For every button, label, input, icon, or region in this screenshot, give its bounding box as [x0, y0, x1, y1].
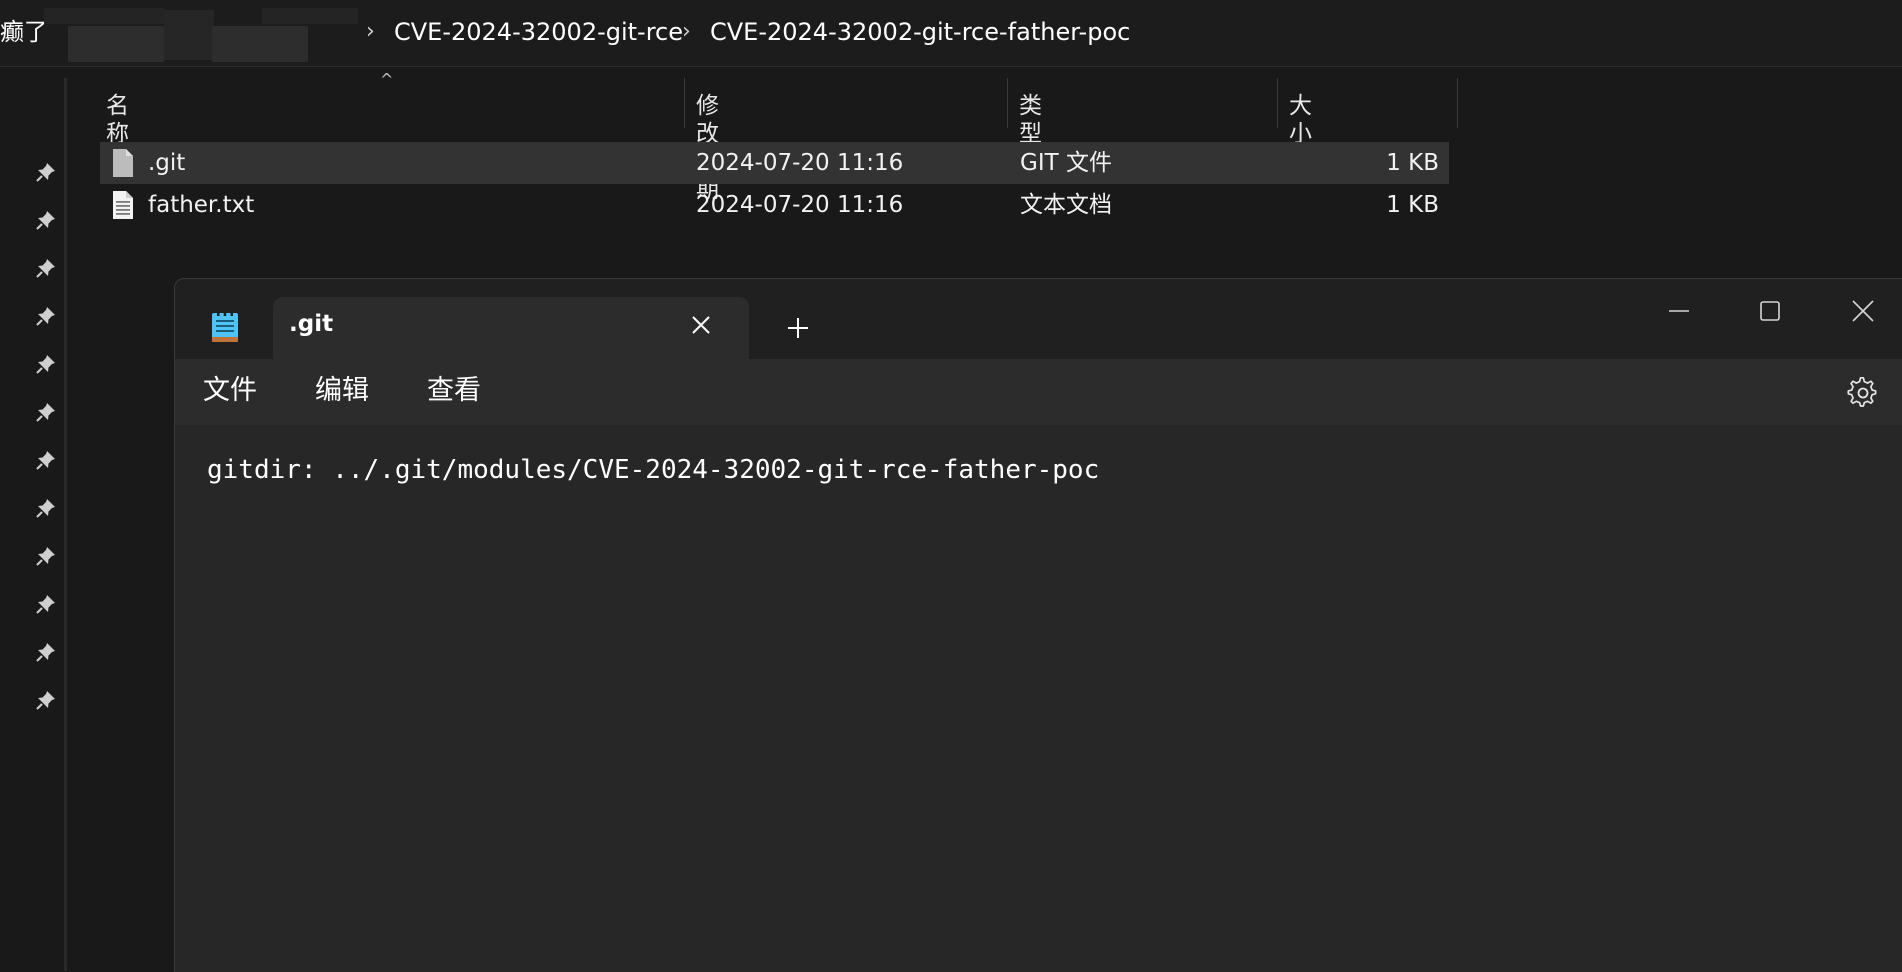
close-icon[interactable]	[1828, 289, 1898, 333]
menu-bar: 文件 编辑 查看	[175, 359, 1902, 425]
column-divider[interactable]	[1277, 78, 1278, 128]
column-header-name[interactable]: 名称	[106, 92, 129, 148]
pin-icon	[36, 306, 56, 326]
tab-title: .git	[289, 311, 334, 337]
text-editor[interactable]: gitdir: ../.git/modules/CVE-2024-32002-g…	[175, 425, 1902, 972]
file-name[interactable]: father.txt	[148, 184, 254, 226]
pin-icon	[36, 354, 56, 374]
redacted-breadcrumb-part	[164, 10, 214, 60]
redacted-breadcrumb-part	[212, 26, 308, 62]
menu-view[interactable]: 查看	[427, 371, 481, 411]
address-bar[interactable]: 癫了 › CVE-2024-32002-git-rce › CVE-2024-3…	[0, 0, 1902, 67]
redacted-breadcrumb-part	[262, 8, 358, 24]
maximize-icon[interactable]	[1735, 289, 1805, 333]
breadcrumb-partial-folder[interactable]: 癫了	[0, 17, 48, 47]
pin-icon	[36, 546, 56, 566]
file-row[interactable]: .git 2024-07-20 11:16 GIT 文件 1 KB	[100, 142, 1449, 184]
file-type: GIT 文件	[1020, 150, 1112, 176]
file-size: 1 KB	[1386, 192, 1439, 218]
navigation-pane-scrollbar[interactable]	[64, 78, 67, 971]
pin-icon	[36, 258, 56, 278]
file-type: 文本文档	[1020, 192, 1112, 218]
menu-file[interactable]: 文件	[203, 371, 257, 411]
pin-icon	[36, 498, 56, 518]
redacted-breadcrumb-part	[68, 26, 164, 62]
tab-git[interactable]: .git	[273, 297, 749, 359]
pin-icon	[36, 642, 56, 662]
pin-icon	[36, 402, 56, 422]
pin-icon	[36, 162, 56, 182]
plus-icon[interactable]	[787, 317, 809, 343]
column-header-type[interactable]: 类型	[1019, 92, 1042, 148]
close-icon[interactable]	[691, 315, 711, 339]
column-divider[interactable]	[684, 78, 685, 128]
editor-content[interactable]: gitdir: ../.git/modules/CVE-2024-32002-g…	[207, 455, 1099, 485]
chevron-right-icon: ›	[682, 19, 691, 44]
minimize-icon[interactable]	[1644, 289, 1714, 333]
column-divider[interactable]	[1007, 78, 1008, 128]
sort-ascending-icon: ^	[380, 70, 394, 89]
notepad-icon	[211, 309, 239, 347]
file-name[interactable]: .git	[148, 142, 185, 184]
pin-icon	[36, 450, 56, 470]
gear-icon[interactable]	[1847, 376, 1879, 413]
pin-icon	[36, 690, 56, 710]
text-file-icon	[112, 190, 134, 224]
redacted-breadcrumb	[44, 8, 164, 24]
notepad-window: .git 文件 编辑 查看 gitdir: ../.git/modules/CV…	[174, 278, 1902, 972]
navigation-pane	[0, 78, 66, 971]
menu-edit[interactable]: 编辑	[315, 371, 369, 411]
chevron-right-icon: ›	[366, 19, 375, 44]
blank-file-icon	[112, 148, 134, 182]
file-modified: 2024-07-20 11:16	[696, 192, 904, 218]
file-size: 1 KB	[1386, 150, 1439, 176]
breadcrumb-item-git-rce[interactable]: CVE-2024-32002-git-rce	[394, 17, 683, 47]
tab-strip: .git	[175, 279, 1902, 359]
breadcrumb-item-father-poc[interactable]: CVE-2024-32002-git-rce-father-poc	[710, 17, 1130, 47]
file-modified: 2024-07-20 11:16	[696, 150, 904, 176]
column-header-size[interactable]: 大小	[1289, 92, 1312, 148]
file-row[interactable]: father.txt 2024-07-20 11:16 文本文档 1 KB	[100, 184, 1449, 226]
column-divider[interactable]	[1457, 78, 1458, 128]
pin-icon	[36, 210, 56, 230]
pin-icon	[36, 594, 56, 614]
